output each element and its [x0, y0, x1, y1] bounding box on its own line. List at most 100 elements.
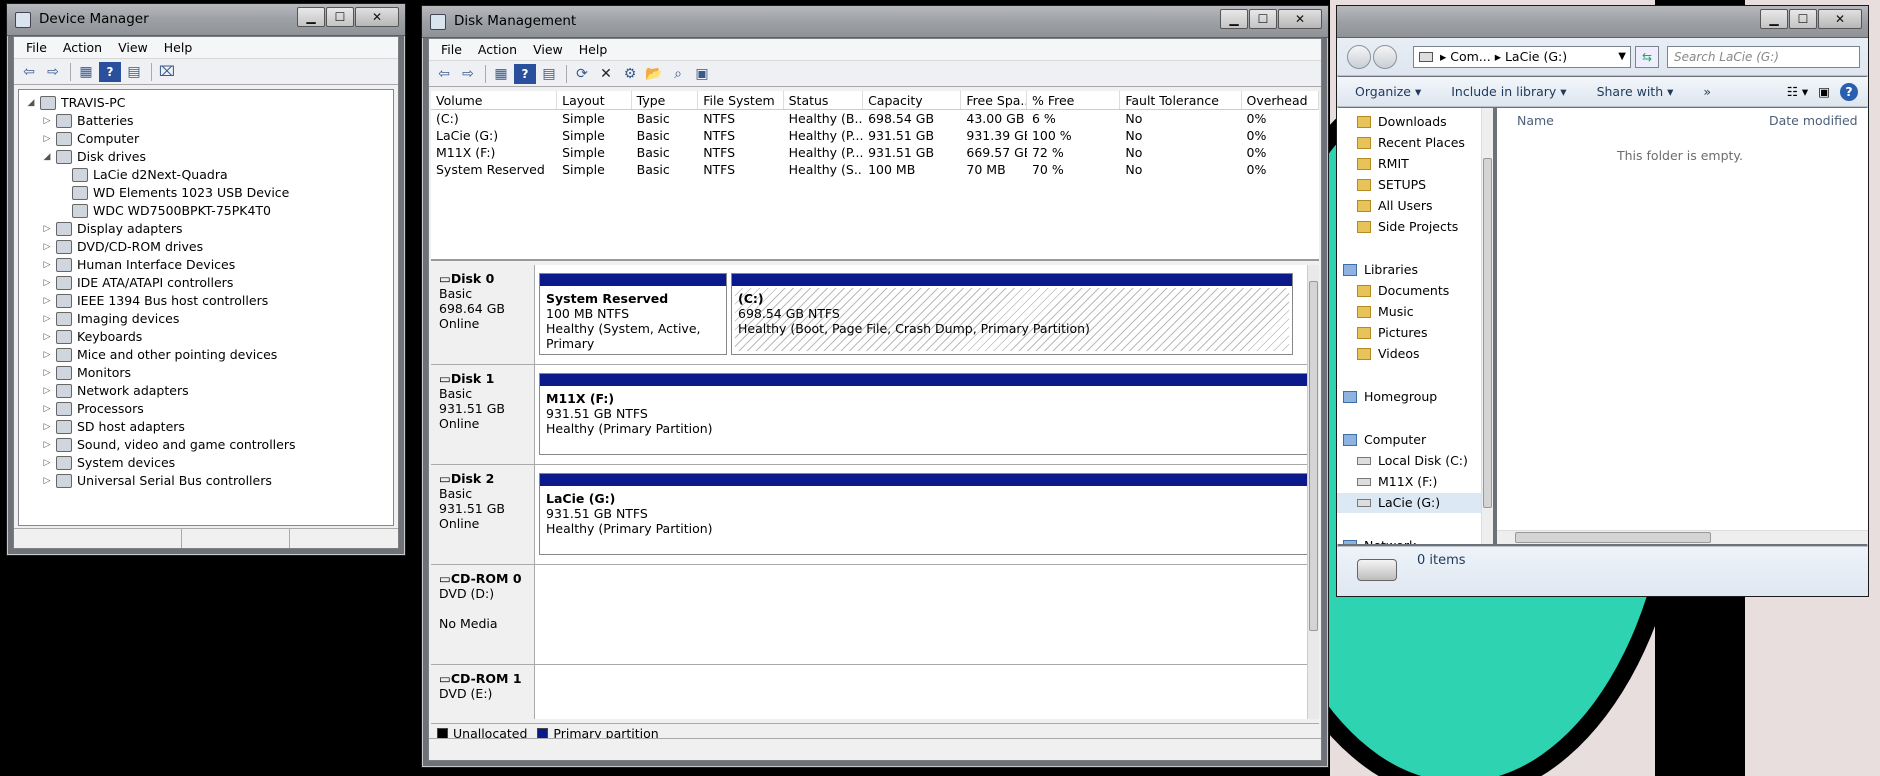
refresh-button[interactable]: ⇆ — [1635, 46, 1659, 68]
refresh-icon[interactable]: ⟳ — [571, 64, 593, 84]
nav-item-documents[interactable]: Documents — [1357, 281, 1449, 301]
tree-item[interactable]: ▷ Display adapters — [41, 220, 182, 238]
nav-item-computer[interactable]: Computer — [1343, 430, 1426, 450]
tree-item[interactable]: ▷ IEEE 1394 Bus host controllers — [41, 292, 268, 310]
scrollbar-thumb[interactable] — [1483, 158, 1492, 508]
tree-item[interactable]: WDC WD7500BPKT-75PK4T0 — [57, 202, 271, 220]
nav-item-network[interactable]: Network — [1343, 536, 1416, 544]
tree-item[interactable]: ▷ Monitors — [41, 364, 131, 382]
search-icon[interactable]: ⌕ — [667, 64, 689, 84]
close-button[interactable]: ✕ — [1278, 9, 1322, 29]
properties-icon[interactable]: ▤ — [538, 64, 560, 84]
expand-arrow-icon[interactable]: ▷ — [41, 256, 53, 274]
menu-action[interactable]: Action — [470, 42, 525, 57]
table-row[interactable]: System Reserved Simple Basic NTFS Healthy (S… — [431, 161, 1319, 178]
disk-info[interactable]: ▭CD-ROM 1 DVD (E:) — [431, 665, 535, 719]
expand-arrow-icon[interactable]: ▷ — [41, 310, 53, 328]
tree-item[interactable]: ▷ IDE ATA/ATAPI controllers — [41, 274, 233, 292]
explorer-titlebar[interactable]: ▁ ☐ ✕ — [1337, 6, 1868, 38]
expand-arrow-icon[interactable]: ▷ — [41, 238, 53, 256]
nav-item-libraries[interactable]: Libraries — [1343, 260, 1418, 280]
expand-arrow-icon[interactable]: ▷ — [41, 292, 53, 310]
menu-view[interactable]: View — [525, 42, 571, 57]
menu-help[interactable]: Help — [571, 42, 616, 57]
help-icon[interactable]: ? — [514, 63, 536, 84]
column-header-name[interactable]: Name — [1517, 113, 1554, 128]
nav-item-local-disk-c-[interactable]: Local Disk (C:) — [1357, 451, 1468, 471]
tree-item[interactable]: ▷ SD host adapters — [41, 418, 185, 436]
organize-button[interactable]: Organize ▾ — [1337, 84, 1433, 99]
nav-item-side-projects[interactable]: Side Projects — [1357, 217, 1458, 237]
menu-view[interactable]: View — [110, 40, 156, 55]
maximize-button[interactable]: ☐ — [1249, 9, 1277, 29]
column-header[interactable]: Status — [784, 91, 864, 109]
address-root[interactable]: Com... — [1450, 49, 1490, 64]
partition[interactable]: (C:) 698.54 GB NTFS Healthy (Boot, Page Fi… — [731, 273, 1293, 355]
disk-info[interactable]: ▭Disk 0 Basic 698.64 GB Online — [431, 265, 535, 364]
device-manager-titlebar[interactable]: Device Manager ▁ ☐ ✕ — [7, 4, 405, 36]
maximize-button[interactable]: ☐ — [326, 7, 354, 27]
tree-item[interactable]: ▷ Computer — [41, 130, 139, 148]
chevron-down-icon[interactable]: ▼ — [1618, 47, 1626, 67]
tree-item[interactable]: ▷ Human Interface Devices — [41, 256, 235, 274]
tree-item[interactable]: LaCie d2Next-Quadra — [57, 166, 228, 184]
nav-item-rmit[interactable]: RMIT — [1357, 154, 1409, 174]
show-hide-tree-icon[interactable]: ▦ — [490, 64, 512, 84]
properties-icon[interactable]: ▦ — [75, 62, 97, 82]
tree-item[interactable]: ◢ TRAVIS-PC — [25, 94, 126, 112]
tree-item[interactable]: ▷ Network adapters — [41, 382, 189, 400]
expand-arrow-icon[interactable]: ▷ — [41, 130, 53, 148]
open-folder-icon[interactable]: 📂 — [643, 64, 665, 84]
table-row[interactable]: LaCie (G:) Simple Basic NTFS Healthy (P... 93… — [431, 127, 1319, 144]
back-arrow-icon[interactable]: ⇦ — [18, 62, 40, 82]
expand-arrow-icon[interactable]: ▷ — [41, 112, 53, 130]
expand-arrow-icon[interactable]: ▷ — [41, 364, 53, 382]
partition[interactable]: M11X (F:) 931.51 GB NTFS Healthy (Primary … — [539, 373, 1307, 455]
table-row[interactable]: M11X (F:) Simple Basic NTFS Healthy (P... 931… — [431, 144, 1319, 161]
tree-item[interactable]: ◢ Disk drives — [41, 148, 146, 166]
maximize-button[interactable]: ☐ — [1789, 9, 1817, 29]
nav-item-m11x-f-[interactable]: M11X (F:) — [1357, 472, 1437, 492]
forward-arrow-icon[interactable]: ⇨ — [457, 64, 479, 84]
tree-item[interactable]: ▷ Imaging devices — [41, 310, 179, 328]
expand-arrow-icon[interactable]: ▷ — [41, 400, 53, 418]
menu-file[interactable]: File — [18, 40, 55, 55]
tree-item[interactable]: ▷ Batteries — [41, 112, 134, 130]
scan-hardware-icon[interactable]: ⌧ — [156, 62, 178, 82]
nav-item-recent-places[interactable]: Recent Places — [1357, 133, 1465, 153]
preview-pane-icon[interactable]: ▣ — [1818, 84, 1830, 99]
nav-item-all-users[interactable]: All Users — [1357, 196, 1432, 216]
back-button[interactable] — [1347, 45, 1371, 69]
rescan-icon[interactable]: ▣ — [691, 64, 713, 84]
column-header[interactable]: Fault Tolerance — [1120, 91, 1242, 109]
tree-item[interactable]: ▷ Universal Serial Bus controllers — [41, 472, 272, 490]
help-icon[interactable]: ? — [99, 61, 121, 82]
nav-item-lacie-g-[interactable]: LaCie (G:) — [1337, 493, 1492, 513]
column-header[interactable]: % Free — [1027, 91, 1121, 109]
nav-item-music[interactable]: Music — [1357, 302, 1414, 322]
disk-view-scrollbar[interactable] — [1307, 265, 1319, 719]
back-arrow-icon[interactable]: ⇦ — [433, 64, 455, 84]
expand-arrow-icon[interactable]: ▷ — [41, 220, 53, 238]
address-current[interactable]: LaCie (G:) — [1505, 49, 1567, 64]
scrollbar-thumb[interactable] — [1515, 532, 1711, 543]
disk-info[interactable]: ▭Disk 2 Basic 931.51 GB Online — [431, 465, 535, 564]
help-icon[interactable]: ? — [1840, 82, 1858, 101]
expand-arrow-icon[interactable]: ▷ — [41, 472, 53, 490]
nav-item-homegroup[interactable]: Homegroup — [1343, 387, 1437, 407]
minimize-button[interactable]: ▁ — [1760, 9, 1788, 29]
expand-arrow-icon[interactable]: ▷ — [41, 328, 53, 346]
address-bar[interactable]: ▸ Com... ▸ LaCie (G:) ▼ — [1413, 46, 1631, 68]
nav-item-setups[interactable]: SETUPS — [1357, 175, 1426, 195]
column-header-date[interactable]: Date modified — [1769, 113, 1858, 128]
column-header[interactable]: Type — [632, 91, 699, 109]
show-hidden-icon[interactable]: ▤ — [123, 62, 145, 82]
disk-info[interactable]: ▭Disk 1 Basic 931.51 GB Online — [431, 365, 535, 464]
tree-item[interactable]: ▷ Keyboards — [41, 328, 142, 346]
close-button[interactable]: ✕ — [1818, 9, 1862, 29]
nav-item-videos[interactable]: Videos — [1357, 344, 1420, 364]
minimize-button[interactable]: ▁ — [1220, 9, 1248, 29]
column-header[interactable]: Overhead — [1242, 91, 1319, 109]
column-header[interactable]: File System — [698, 91, 784, 109]
tree-item[interactable]: ▷ System devices — [41, 454, 175, 472]
